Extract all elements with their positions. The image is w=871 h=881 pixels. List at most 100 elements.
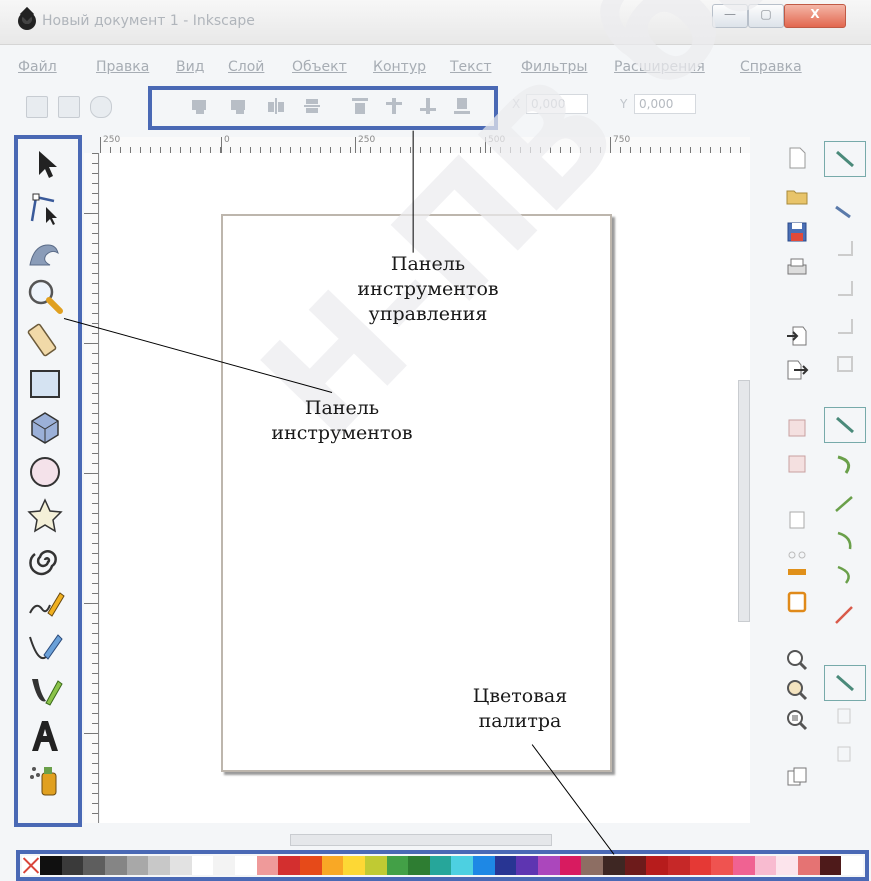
- undo-button[interactable]: [784, 415, 810, 441]
- color-swatch[interactable]: [559, 856, 582, 875]
- color-swatch[interactable]: [83, 856, 105, 875]
- paste-button[interactable]: [784, 565, 810, 591]
- color-swatch[interactable]: [733, 856, 755, 875]
- menu-edit[interactable]: Правка: [96, 59, 149, 75]
- select-in-all-layers-icon[interactable]: [58, 96, 80, 118]
- color-swatch[interactable]: [343, 856, 365, 875]
- spray-tool[interactable]: [24, 759, 66, 801]
- import-button[interactable]: [784, 323, 810, 349]
- new-document-button[interactable]: [784, 145, 810, 171]
- print-button[interactable]: [784, 255, 810, 281]
- color-swatch[interactable]: [321, 856, 344, 875]
- y-input[interactable]: [634, 94, 696, 114]
- save-button[interactable]: [784, 219, 810, 245]
- rotate-cw-icon[interactable]: [228, 96, 248, 116]
- calligraphy-tool[interactable]: [24, 671, 66, 713]
- color-swatch[interactable]: [711, 856, 733, 875]
- snap-smooth-nodes-button[interactable]: [824, 557, 864, 591]
- no-paint-swatch[interactable]: [22, 856, 40, 875]
- color-swatch[interactable]: [364, 856, 387, 875]
- zoom-tool[interactable]: [24, 275, 66, 317]
- color-swatch[interactable]: [386, 856, 409, 875]
- color-swatch[interactable]: [408, 856, 430, 875]
- color-swatch[interactable]: [213, 856, 235, 875]
- menu-object[interactable]: Объект: [292, 59, 347, 75]
- pen-tool[interactable]: [24, 627, 66, 669]
- zoom-page-button[interactable]: [784, 707, 810, 733]
- snap-bbox-corner-button[interactable]: [824, 271, 864, 305]
- menu-help[interactable]: Справка: [740, 59, 802, 75]
- snap-others-button[interactable]: [824, 665, 866, 701]
- snap-center-button[interactable]: [824, 701, 864, 735]
- menu-layer[interactable]: Слой: [228, 59, 264, 75]
- close-button[interactable]: X: [784, 4, 846, 28]
- color-swatch[interactable]: [148, 856, 170, 875]
- raise-icon[interactable]: [384, 96, 404, 116]
- color-swatch[interactable]: [797, 856, 820, 875]
- color-swatch[interactable]: [278, 856, 300, 875]
- copy-button[interactable]: [784, 507, 810, 533]
- color-swatch[interactable]: [126, 856, 149, 875]
- color-swatch[interactable]: [689, 856, 712, 875]
- color-swatch[interactable]: [256, 856, 279, 875]
- snap-bbox-center-button[interactable]: [824, 347, 864, 381]
- select-all-icon[interactable]: [26, 96, 48, 118]
- redo-button[interactable]: [784, 451, 810, 477]
- color-swatch[interactable]: [451, 856, 474, 875]
- color-swatch[interactable]: [776, 856, 798, 875]
- snap-cusp-nodes-button[interactable]: [824, 523, 864, 557]
- color-swatch[interactable]: [61, 856, 84, 875]
- cut-button[interactable]: [784, 537, 810, 563]
- minimize-button[interactable]: —: [712, 4, 748, 28]
- menu-text[interactable]: Текст: [450, 59, 491, 75]
- color-swatch[interactable]: [841, 856, 863, 875]
- flip-vertical-icon[interactable]: [302, 96, 322, 116]
- menu-extensions[interactable]: Расширения: [614, 59, 705, 75]
- zoom-selection-button[interactable]: [784, 647, 810, 673]
- color-swatch[interactable]: [191, 856, 214, 875]
- snap-path-intersections-button[interactable]: [824, 487, 864, 521]
- spiral-tool[interactable]: [24, 539, 66, 581]
- measure-tool[interactable]: [24, 319, 66, 361]
- x-input[interactable]: [526, 94, 588, 114]
- raise-to-top-icon[interactable]: [350, 96, 370, 116]
- color-swatch[interactable]: [169, 856, 192, 875]
- color-swatch[interactable]: [538, 856, 560, 875]
- color-swatch[interactable]: [473, 856, 495, 875]
- color-swatch[interactable]: [646, 856, 669, 875]
- rotate-ccw-icon[interactable]: [190, 96, 210, 116]
- open-button[interactable]: [784, 183, 810, 209]
- rectangle-tool[interactable]: [24, 363, 66, 405]
- 3d-box-tool[interactable]: [24, 407, 66, 449]
- color-swatch[interactable]: [429, 856, 452, 875]
- duplicate-button[interactable]: [784, 765, 810, 791]
- color-swatch[interactable]: [581, 856, 604, 875]
- color-swatch[interactable]: [754, 856, 777, 875]
- color-swatch[interactable]: [494, 856, 517, 875]
- snap-to-paths-button[interactable]: [824, 447, 864, 481]
- menu-filters[interactable]: Фильтры: [521, 59, 587, 75]
- paste-in-place-button[interactable]: [784, 589, 810, 615]
- snap-bbox-midpoint-button[interactable]: [824, 309, 864, 343]
- snap-toggle-button[interactable]: [824, 141, 866, 177]
- tweak-tool[interactable]: [24, 231, 66, 273]
- menu-path[interactable]: Контур: [373, 59, 426, 75]
- maximize-button[interactable]: ▢: [748, 4, 784, 28]
- pencil-tool[interactable]: [24, 583, 66, 625]
- export-button[interactable]: [784, 357, 810, 383]
- ellipse-tool[interactable]: [24, 451, 66, 493]
- flip-horizontal-icon[interactable]: [266, 96, 286, 116]
- node-tool[interactable]: [24, 187, 66, 229]
- snap-bbox-edge-button[interactable]: [824, 231, 864, 265]
- color-swatch[interactable]: [234, 856, 257, 875]
- lower-icon[interactable]: [418, 96, 438, 116]
- star-tool[interactable]: [24, 495, 66, 537]
- color-swatch[interactable]: [40, 856, 62, 875]
- lower-to-bottom-icon[interactable]: [452, 96, 472, 116]
- deselect-icon[interactable]: [90, 96, 112, 118]
- color-swatch[interactable]: [624, 856, 647, 875]
- snap-bbox-button[interactable]: [824, 195, 864, 229]
- text-tool[interactable]: [24, 715, 66, 757]
- color-swatch[interactable]: [516, 856, 539, 875]
- menu-view[interactable]: Вид: [176, 59, 204, 75]
